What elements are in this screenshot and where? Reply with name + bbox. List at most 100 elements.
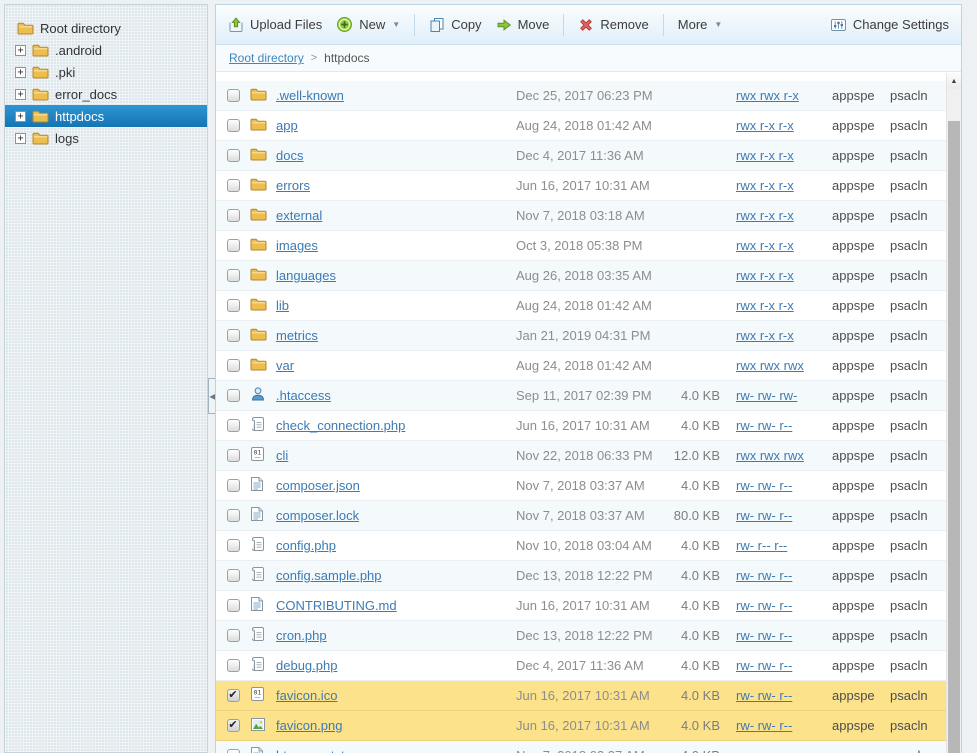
row-checkbox[interactable] (227, 539, 240, 552)
row-checkbox[interactable]: ✔ (227, 719, 240, 732)
row-checkbox[interactable] (227, 269, 240, 282)
row-checkbox[interactable] (227, 509, 240, 522)
toolbar-button-remove[interactable]: Remove (578, 17, 648, 33)
checkbox-cell (216, 299, 250, 312)
file-name-link[interactable]: favicon.png (276, 718, 343, 733)
permissions-link[interactable]: rwx r-x r-x (736, 238, 794, 253)
permissions-link[interactable]: rw- rw- r-- (736, 418, 792, 433)
breadcrumb-root-link[interactable]: Root directory (229, 51, 304, 65)
file-name-link[interactable]: errors (276, 178, 310, 193)
file-name-link[interactable]: .well-known (276, 88, 344, 103)
permissions-link[interactable]: rw- rw- r-- (736, 628, 792, 643)
permissions-link[interactable]: rw- rw- r-- (736, 748, 792, 753)
file-name-link[interactable]: htaccess.txt (276, 748, 345, 753)
file-name-link[interactable]: docs (276, 148, 303, 163)
file-name-link[interactable]: languages (276, 268, 336, 283)
modified-date: Sep 11, 2017 02:39 PM (516, 388, 666, 403)
permissions-link[interactable]: rwx r-x r-x (736, 208, 794, 223)
vertical-scrollbar[interactable]: ▲ (946, 73, 961, 753)
row-checkbox[interactable] (227, 119, 240, 132)
row-checkbox[interactable] (227, 89, 240, 102)
permissions-link[interactable]: rwx r-x r-x (736, 268, 794, 283)
permissions-link[interactable]: rw- rw- rw- (736, 388, 797, 403)
permissions-link[interactable]: rw- rw- r-- (736, 478, 792, 493)
row-checkbox[interactable] (227, 209, 240, 222)
permissions-link[interactable]: rwx rwx r-x (736, 88, 799, 103)
file-name-link[interactable]: external (276, 208, 322, 223)
folder-icon (32, 87, 49, 101)
file-name-link[interactable]: composer.json (276, 478, 360, 493)
folder-icon (17, 21, 34, 35)
toolbar-button-more[interactable]: More▼ (678, 17, 723, 32)
permissions-link[interactable]: rw- r-- r-- (736, 538, 787, 553)
file-name-link[interactable]: composer.lock (276, 508, 359, 523)
permissions-link[interactable]: rw- rw- r-- (736, 598, 792, 613)
row-checkbox[interactable] (227, 599, 240, 612)
permissions-link[interactable]: rw- rw- r-- (736, 658, 792, 673)
row-checkbox[interactable] (227, 389, 240, 402)
toolbar-button-move[interactable]: Move (496, 17, 550, 33)
row-checkbox[interactable] (227, 569, 240, 582)
expand-plus-icon[interactable]: + (15, 133, 26, 144)
scroll-up-button[interactable]: ▲ (947, 73, 961, 89)
toolbar-button-upload-files[interactable]: Upload Files (228, 17, 322, 33)
file-name-link[interactable]: config.php (276, 538, 336, 553)
sidebar-item-root-directory[interactable]: Root directory (5, 17, 207, 39)
permissions-link[interactable]: rw- rw- r-- (736, 568, 792, 583)
file-name-link[interactable]: cli (276, 448, 288, 463)
file-name-link[interactable]: lib (276, 298, 289, 313)
file-name-link[interactable]: check_connection.php (276, 418, 405, 433)
row-checkbox[interactable] (227, 659, 240, 672)
expand-plus-icon[interactable]: + (15, 67, 26, 78)
row-checkbox[interactable] (227, 749, 240, 753)
modified-date: Jun 16, 2017 10:31 AM (516, 178, 666, 193)
sidebar-item-pki[interactable]: +.pki (5, 61, 207, 83)
sidebar-splitter[interactable]: ◀ (208, 4, 215, 753)
row-checkbox[interactable] (227, 449, 240, 462)
file-name-link[interactable]: debug.php (276, 658, 337, 673)
sidebar-item-android[interactable]: +.android (5, 39, 207, 61)
permissions-link[interactable]: rwx rwx rwx (736, 448, 804, 463)
file-name-link[interactable]: .htaccess (276, 388, 331, 403)
row-checkbox[interactable] (227, 629, 240, 642)
permissions-link[interactable]: rwx rwx rwx (736, 358, 804, 373)
toolbar-button-new[interactable]: New▼ (336, 16, 400, 33)
permissions-cell: rw- rw- r-- (736, 718, 832, 733)
file-name-link[interactable]: images (276, 238, 318, 253)
file-user: appspe (832, 538, 890, 553)
scrollbar-thumb[interactable] (948, 121, 960, 753)
row-checkbox[interactable] (227, 479, 240, 492)
row-checkbox[interactable] (227, 359, 240, 372)
expand-plus-icon[interactable]: + (15, 89, 26, 100)
expand-plus-icon[interactable]: + (15, 111, 26, 122)
sidebar-item-httpdocs[interactable]: +httpdocs (5, 105, 207, 127)
row-checkbox[interactable] (227, 179, 240, 192)
permissions-link[interactable]: rwx r-x r-x (736, 148, 794, 163)
row-checkbox[interactable] (227, 419, 240, 432)
expand-plus-icon[interactable]: + (15, 45, 26, 56)
permissions-link[interactable]: rwx r-x r-x (736, 298, 794, 313)
row-checkbox[interactable]: ✔ (227, 689, 240, 702)
file-name-link[interactable]: cron.php (276, 628, 327, 643)
row-checkbox[interactable] (227, 239, 240, 252)
file-name-link[interactable]: favicon.ico (276, 688, 337, 703)
permissions-link[interactable]: rwx r-x r-x (736, 178, 794, 193)
toolbar-button-change-settings[interactable]: Change Settings (830, 17, 949, 33)
modified-date: Nov 7, 2018 03:37 AM (516, 508, 666, 523)
file-name-link[interactable]: app (276, 118, 298, 133)
row-checkbox[interactable] (227, 329, 240, 342)
file-name-link[interactable]: metrics (276, 328, 318, 343)
sidebar-item-error-docs[interactable]: +error_docs (5, 83, 207, 105)
file-name-link[interactable]: CONTRIBUTING.md (276, 598, 397, 613)
file-name-link[interactable]: config.sample.php (276, 568, 382, 583)
row-checkbox[interactable] (227, 299, 240, 312)
sidebar-item-logs[interactable]: +logs (5, 127, 207, 149)
permissions-link[interactable]: rw- rw- r-- (736, 508, 792, 523)
permissions-link[interactable]: rwx r-x r-x (736, 118, 794, 133)
file-name-link[interactable]: var (276, 358, 294, 373)
toolbar-button-copy[interactable]: Copy (429, 17, 481, 33)
permissions-link[interactable]: rw- rw- r-- (736, 718, 792, 733)
permissions-link[interactable]: rwx r-x r-x (736, 328, 794, 343)
row-checkbox[interactable] (227, 149, 240, 162)
permissions-link[interactable]: rw- rw- r-- (736, 688, 792, 703)
